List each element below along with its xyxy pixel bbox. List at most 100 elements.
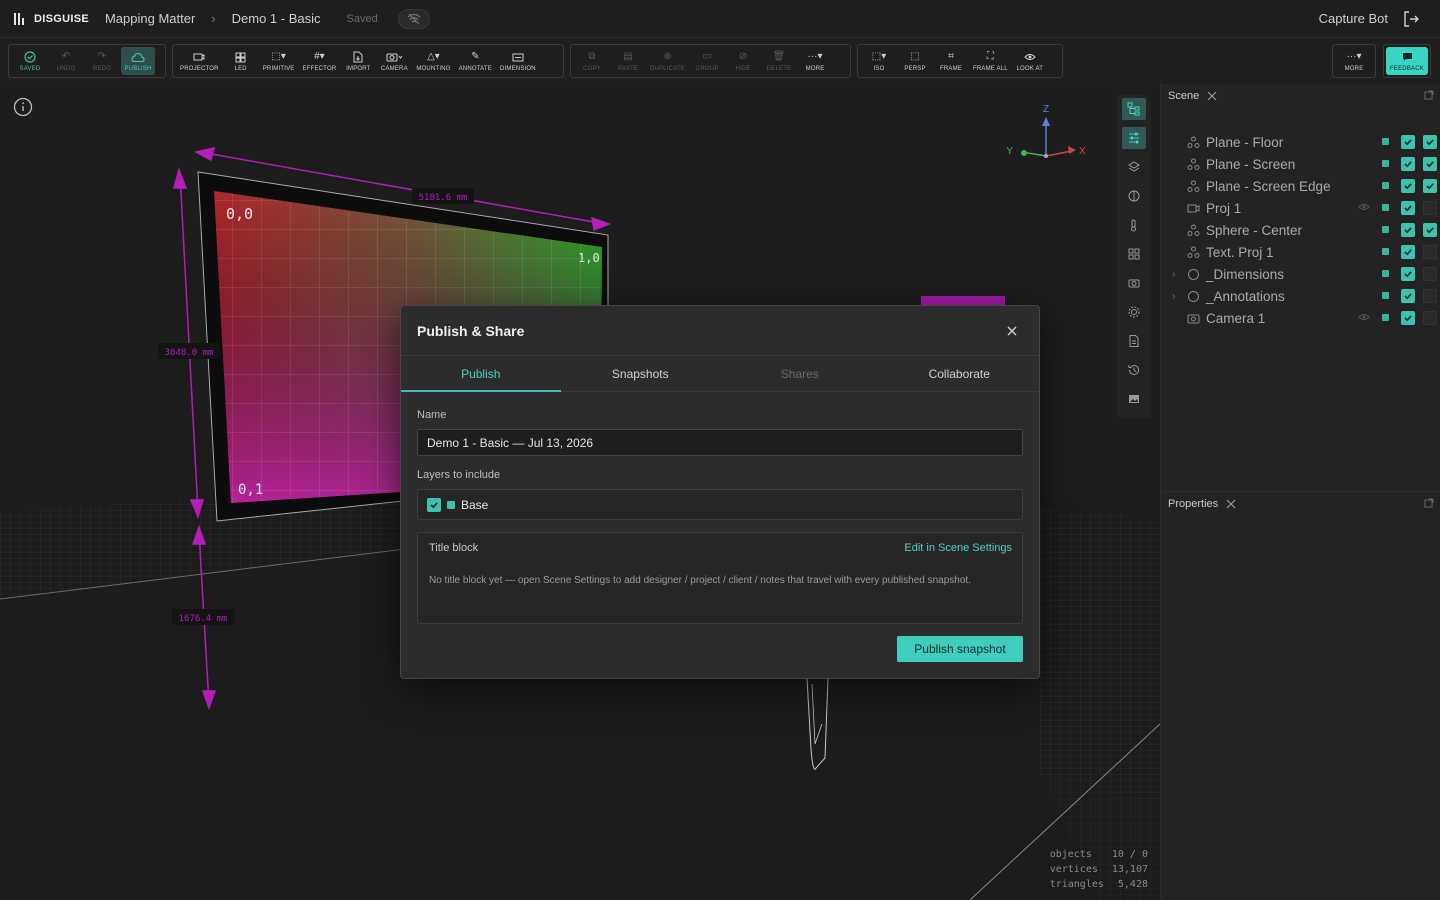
lock-checkbox[interactable] <box>1423 267 1437 281</box>
close-icon[interactable] <box>1226 499 1236 509</box>
lock-checkbox[interactable] <box>1423 289 1437 303</box>
tab-publish[interactable]: Publish <box>401 356 561 392</box>
publish-snapshot-button[interactable]: Publish snapshot <box>897 636 1023 662</box>
visibility-checkbox[interactable] <box>1401 289 1415 303</box>
tab-collaborate[interactable]: Collaborate <box>880 356 1040 391</box>
layers-icon <box>1128 161 1140 172</box>
tree-item-label: Sphere - Center <box>1206 222 1303 238</box>
dimension-button[interactable]: DIMENSION <box>497 47 539 75</box>
import-button[interactable]: IMPORT <box>341 47 375 75</box>
sensors-toggle[interactable] <box>1122 214 1146 236</box>
visibility-checkbox[interactable] <box>1401 245 1415 259</box>
copy-button[interactable]: ⧉ COPY <box>575 47 609 75</box>
info-icon[interactable] <box>12 96 34 118</box>
undo-button[interactable]: ↶ UNDO <box>49 47 83 75</box>
visibility-checkbox[interactable] <box>1401 311 1415 325</box>
projector-icon <box>1187 202 1200 215</box>
tree-item[interactable]: Plane - Screen Edge <box>1161 175 1440 197</box>
tree-item[interactable]: Plane - Floor <box>1161 131 1440 153</box>
publish-button[interactable]: PUBLISH <box>121 47 155 75</box>
tab-snapshots[interactable]: Snapshots <box>561 356 721 391</box>
history-toggle[interactable] <box>1122 359 1146 381</box>
visibility-checkbox[interactable] <box>1401 157 1415 171</box>
delete-button[interactable]: 🗑︎ DELETE <box>762 47 796 75</box>
connection-status-button[interactable] <box>397 8 430 29</box>
group-icon <box>1187 290 1200 303</box>
render-toggle[interactable] <box>1122 388 1146 410</box>
lock-checkbox[interactable] <box>1423 311 1437 325</box>
tree-item[interactable]: Sphere - Center <box>1161 219 1440 241</box>
breadcrumb-project[interactable]: Mapping Matter <box>105 11 195 26</box>
visibility-checkbox[interactable] <box>1401 179 1415 193</box>
snapshot-name-input[interactable]: Demo 1 - Basic — Jul 13, 2026 <box>417 429 1023 456</box>
eye-icon[interactable] <box>1358 312 1370 322</box>
logo[interactable]: DISGUISE <box>14 12 89 25</box>
lock-checkbox[interactable] <box>1423 135 1437 149</box>
effector-grid-icon: #▾ <box>314 51 325 62</box>
layer-checkbox[interactable] <box>427 497 441 512</box>
more-edit-button[interactable]: ···▾ MORE <box>798 47 832 75</box>
feedback-button[interactable]: FEEDBACK <box>1386 47 1428 75</box>
redo-button[interactable]: ↷ REDO <box>85 47 119 75</box>
documents-toggle[interactable] <box>1122 330 1146 352</box>
tab-shares[interactable]: Shares <box>720 356 880 391</box>
look-at-button[interactable]: LOOK AT <box>1013 47 1047 75</box>
primitive-button[interactable]: ⬚▾ PRIMITIVE <box>260 47 298 75</box>
popout-icon[interactable] <box>1424 90 1434 100</box>
tree-item[interactable]: Camera 1 <box>1161 307 1440 329</box>
properties-panel-tab[interactable]: Properties <box>1168 498 1236 510</box>
breadcrumb-scene[interactable]: Demo 1 - Basic <box>232 11 321 26</box>
uv-label-max-x: 1,0 <box>578 251 600 265</box>
duplicate-button[interactable]: ⊕ DUPLICATE <box>647 47 688 75</box>
camera-button[interactable]: CAMERA <box>377 47 411 75</box>
lighting-toggle[interactable] <box>1122 185 1146 207</box>
annotate-button[interactable]: ✎ ANNOTATE <box>456 47 495 75</box>
layer-option-base[interactable]: Base <box>417 489 1023 520</box>
eye-icon[interactable] <box>1358 202 1370 212</box>
tree-item[interactable]: Plane - Screen <box>1161 153 1440 175</box>
persp-view-button[interactable]: ⬚ PERSP <box>898 47 932 75</box>
layers-toggle[interactable] <box>1122 156 1146 178</box>
mounting-button[interactable]: △▾ MOUNTING <box>413 47 453 75</box>
frame-button[interactable]: ⌗ FRAME <box>934 47 968 75</box>
frame-all-button[interactable]: ⛶ FRAME ALL <box>970 47 1011 75</box>
lock-checkbox[interactable] <box>1423 201 1437 215</box>
visibility-checkbox[interactable] <box>1401 267 1415 281</box>
lock-checkbox[interactable] <box>1423 157 1437 171</box>
grid-toggle[interactable] <box>1122 243 1146 265</box>
effector-button[interactable]: #▾ EFFECTOR <box>300 47 340 75</box>
tree-item[interactable]: Proj 1 <box>1161 197 1440 219</box>
cameras-toggle[interactable] <box>1122 272 1146 294</box>
properties-toggle[interactable] <box>1122 127 1146 149</box>
lock-checkbox[interactable] <box>1423 223 1437 237</box>
led-button[interactable]: LED <box>224 47 258 75</box>
tree-item[interactable]: Text. Proj 1 <box>1161 241 1440 263</box>
scene-panel-tab[interactable]: Scene <box>1168 90 1217 102</box>
user-name[interactable]: Capture Bot <box>1319 11 1388 26</box>
visibility-checkbox[interactable] <box>1401 135 1415 149</box>
group-button[interactable]: ▭ GROUP <box>690 47 724 75</box>
paste-button[interactable]: ▤ PASTE <box>611 47 645 75</box>
scene-tree-toggle[interactable] <box>1122 98 1146 120</box>
lock-checkbox[interactable] <box>1423 179 1437 193</box>
hide-button[interactable]: ⊘ HIDE <box>726 47 760 75</box>
tree-item[interactable]: › _Annotations <box>1161 285 1440 307</box>
popout-icon[interactable] <box>1424 498 1434 508</box>
settings-toggle[interactable] <box>1122 301 1146 323</box>
lock-checkbox[interactable] <box>1423 245 1437 259</box>
saved-button[interactable]: SAVED <box>13 47 47 75</box>
chevron-right-icon[interactable]: › <box>1172 269 1175 280</box>
projector-button[interactable]: PROJECTOR <box>177 47 222 75</box>
visibility-checkbox[interactable] <box>1401 223 1415 237</box>
visibility-checkbox[interactable] <box>1401 201 1415 215</box>
more-button[interactable]: ···▾ MORE <box>1337 47 1371 75</box>
tree-item[interactable]: › _Dimensions <box>1161 263 1440 285</box>
logout-icon[interactable] <box>1402 10 1420 28</box>
iso-view-button[interactable]: ⬚▾ ISO <box>862 47 896 75</box>
close-icon[interactable] <box>1207 91 1217 101</box>
close-icon[interactable] <box>1005 324 1019 338</box>
tree-item-label: Camera 1 <box>1206 310 1266 326</box>
chevron-right-icon[interactable]: › <box>1172 291 1175 302</box>
edit-scene-settings-link[interactable]: Edit in Scene Settings <box>904 542 1012 554</box>
axis-gizmo[interactable]: Z X Y <box>1006 104 1086 158</box>
